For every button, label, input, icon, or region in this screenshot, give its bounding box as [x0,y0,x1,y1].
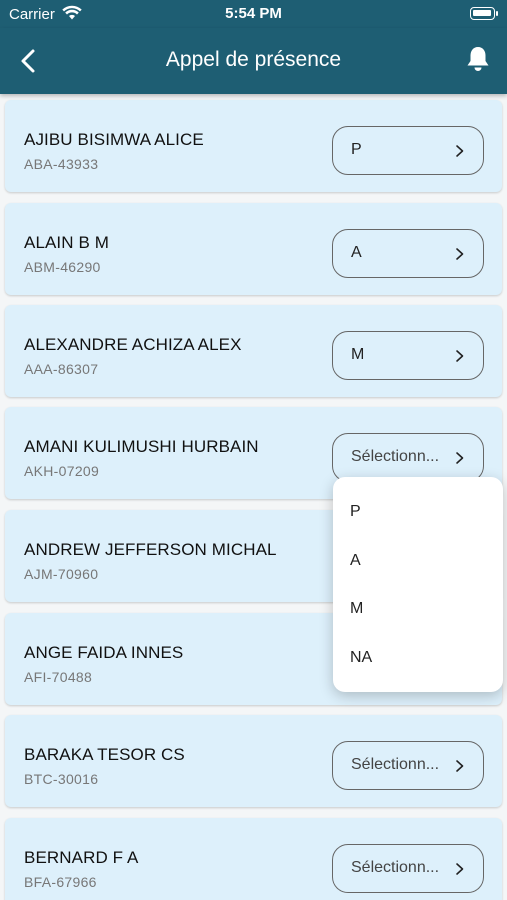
attendance-value: M [351,346,365,363]
attendance-value: Sélectionn... [351,859,440,876]
student-name: ANDREW JEFFERSON MICHAL [24,540,277,559]
student-name: BERNARD F A [24,848,139,867]
battery-icon [470,7,498,20]
student-card: ALEXANDRE ACHIZA ALEX AAA-86307 M [5,305,502,397]
dropdown-option-a[interactable]: A [350,552,361,570]
status-bar: Carrier 5:54 PM [0,0,507,28]
clock: 5:54 PM [225,5,282,22]
dropdown-option-na[interactable]: NA [350,649,372,667]
student-code: BTC-30016 [24,771,99,787]
student-name: BARAKA TESOR CS [24,745,185,764]
chevron-right-icon [456,863,464,875]
student-card: AJIBU BISIMWA ALICE ABA-43933 P [5,100,502,192]
nav-bar: Appel de présence [0,28,507,94]
student-code: ABA-43933 [24,156,99,172]
student-card: BERNARD F A BFA-67966 Sélectionn... [5,818,502,900]
student-card: BARAKA TESOR CS BTC-30016 Sélectionn... [5,715,502,807]
student-name: AJIBU BISIMWA ALICE [24,130,204,149]
dropdown-option-m[interactable]: M [350,600,363,618]
dropdown-option-p[interactable]: P [350,503,361,521]
student-code: AKH-07209 [24,463,100,479]
attendance-select[interactable]: Sélectionn... [332,433,484,482]
attendance-dropdown-menu: P A M NA [333,477,503,692]
attendance-value: Sélectionn... [351,448,440,465]
chevron-right-icon [456,350,464,362]
student-code: ABM-46290 [24,259,101,275]
chevron-right-icon [456,248,464,260]
student-code: AJM-70960 [24,566,99,582]
student-card: ALAIN B M ABM-46290 A [5,203,502,295]
student-name: ANGE FAIDA INNES [24,643,184,662]
attendance-select[interactable]: Sélectionn... [332,844,484,893]
attendance-value: Sélectionn... [351,756,440,773]
student-name: ALAIN B M [24,233,109,252]
attendance-select[interactable]: A [332,229,484,278]
bell-icon [467,47,489,71]
student-code: AFI-70488 [24,669,93,685]
student-name: AMANI KULIMUSHI HURBAIN [24,437,259,456]
page-title: Appel de présence [165,48,342,71]
attendance-select[interactable]: M [332,331,484,380]
attendance-select[interactable]: P [332,126,484,175]
attendance-value: A [351,244,362,261]
chevron-right-icon [456,452,464,464]
student-code: BFA-67966 [24,874,97,890]
attendance-select[interactable]: Sélectionn... [332,741,484,790]
attendance-value: P [351,141,362,158]
student-name: ALEXANDRE ACHIZA ALEX [24,335,242,354]
chevron-right-icon [456,145,464,157]
student-code: AAA-86307 [24,361,99,377]
notifications-button[interactable] [465,45,491,73]
chevron-right-icon [456,760,464,772]
